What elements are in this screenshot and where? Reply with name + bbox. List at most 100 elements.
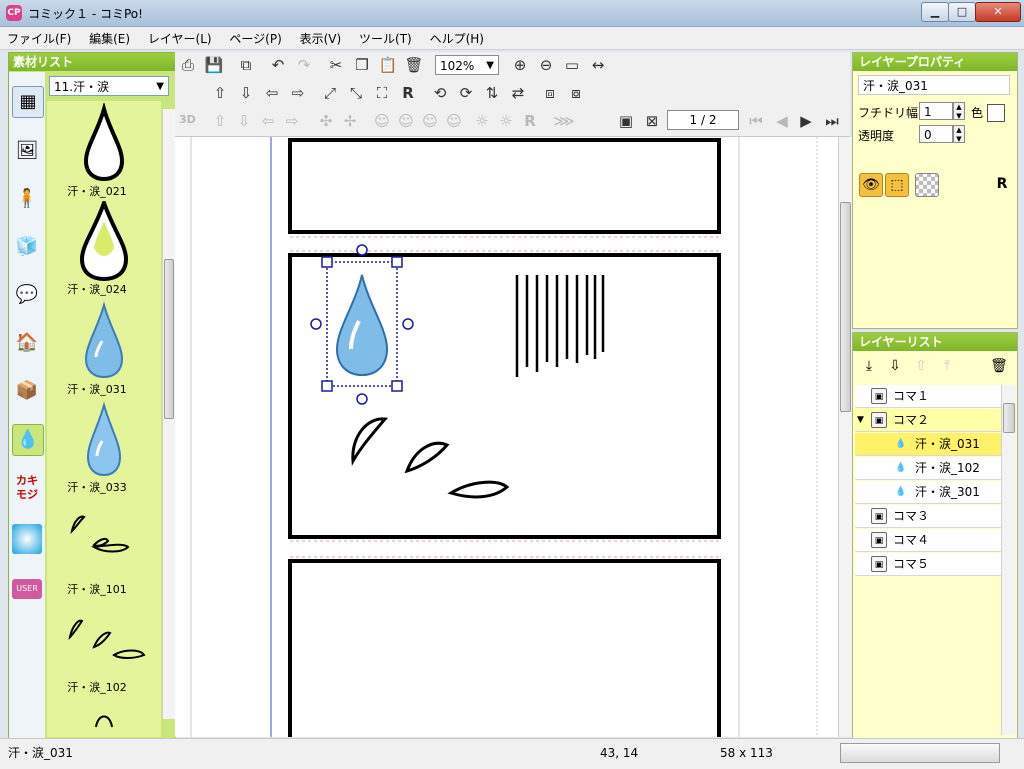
scale-up-icon[interactable]: ⤢: [319, 82, 341, 104]
outline-toggle-icon[interactable]: ⬚: [885, 173, 909, 197]
opacity-input[interactable]: 0: [919, 125, 953, 143]
material-item[interactable]: 汗・涙_101: [47, 501, 161, 599]
export-icon[interactable]: ⧉: [235, 54, 257, 76]
color-swatch[interactable]: [987, 104, 1005, 122]
menu-page[interactable]: ページ(P): [222, 27, 288, 50]
layer-name-field[interactable]: 汗・涙_031: [858, 75, 1010, 95]
send-back-icon[interactable]: ⧇: [565, 82, 587, 104]
layer-row[interactable]: 💧 汗・涙_301: [855, 481, 1001, 504]
resize-handle[interactable]: [321, 380, 333, 392]
move-up-icon[interactable]: ⇧: [209, 82, 231, 104]
resize-handle[interactable]: [391, 380, 403, 392]
reset-properties-icon[interactable]: R: [991, 173, 1013, 195]
move-left-icon[interactable]: ⇦: [261, 82, 283, 104]
material-scroll-thumb[interactable]: [164, 259, 174, 419]
flip-vertical-icon[interactable]: ⇅: [481, 82, 503, 104]
cut-icon[interactable]: ✂: [325, 54, 347, 76]
menu-layer[interactable]: レイヤー(L): [141, 27, 219, 50]
canvas-scroll-thumb[interactable]: [840, 202, 851, 412]
zoom-in-icon[interactable]: ⊕: [509, 54, 531, 76]
fit-width-icon[interactable]: ↔: [587, 54, 609, 76]
move-down-icon[interactable]: ⇩: [235, 82, 257, 104]
menu-edit[interactable]: 編集(E): [82, 27, 137, 50]
canvas-scrollbar[interactable]: [838, 137, 852, 737]
3d-pose-icon: ☺: [374, 112, 390, 130]
scale-down-icon[interactable]: ⤡: [345, 82, 367, 104]
sweat-drop-icon[interactable]: 💧: [12, 424, 44, 456]
material-item[interactable]: 汗・涙_102: [47, 599, 161, 697]
menu-view[interactable]: 表示(V): [293, 27, 349, 50]
3d-object-icon[interactable]: 🧊: [12, 232, 42, 262]
speech-bubble-icon[interactable]: 💬: [12, 280, 42, 310]
layer-row[interactable]: ▼ ▣ コマ２: [855, 409, 1001, 432]
layer-row[interactable]: ▣ コマ４: [855, 529, 1001, 552]
transparency-icon[interactable]: [915, 173, 939, 197]
next-page-icon[interactable]: ▶: [795, 110, 817, 132]
bring-front-icon[interactable]: ⧈: [539, 82, 561, 104]
effect-burst-icon[interactable]: [12, 524, 42, 554]
zoom-out-icon[interactable]: ⊖: [535, 54, 557, 76]
cube-icon[interactable]: 📦: [12, 376, 42, 406]
comic-canvas[interactable]: [175, 137, 838, 753]
rotate-handle[interactable]: [356, 393, 368, 405]
delete-icon[interactable]: 🗑: [403, 54, 425, 76]
last-page-icon[interactable]: ⏭: [821, 110, 843, 132]
page-add-icon[interactable]: ▣: [615, 110, 637, 132]
eye-icon[interactable]: 👁: [859, 173, 883, 197]
material-item-partial[interactable]: [47, 699, 161, 729]
layer-scrollbar[interactable]: [1001, 385, 1016, 735]
fit-page-icon[interactable]: ▭: [561, 54, 583, 76]
material-item[interactable]: 汗・涙_031: [47, 301, 161, 399]
page-indicator[interactable]: 1 / 2: [667, 110, 739, 130]
building-image-icon[interactable]: 🏠: [12, 328, 42, 358]
resize-handle[interactable]: [391, 256, 403, 268]
close-button[interactable]: ✕: [975, 2, 1021, 22]
zoom-select[interactable]: 102% ▼: [435, 55, 499, 75]
undo-icon[interactable]: ↶: [267, 54, 289, 76]
copy-icon[interactable]: ❐: [351, 54, 373, 76]
material-scrollbar[interactable]: [162, 109, 175, 719]
comic-panel-3[interactable]: [288, 559, 721, 753]
maximize-button[interactable]: □: [948, 2, 976, 22]
material-item[interactable]: 汗・涙_021: [47, 101, 161, 201]
category-select[interactable]: 11.汗・涙 ▼: [49, 76, 169, 96]
save-icon[interactable]: 💾: [203, 54, 225, 76]
background-icon[interactable]: 🖼: [12, 136, 42, 166]
kakimoji-icon[interactable]: カキ モジ: [12, 474, 42, 504]
rotate-right-icon[interactable]: ⟳: [455, 82, 477, 104]
trash-icon[interactable]: 🗑: [989, 356, 1009, 376]
rotate-left-icon[interactable]: ⟲: [429, 82, 451, 104]
reset-icon[interactable]: R: [397, 82, 419, 104]
menu-help[interactable]: ヘルプ(H): [423, 27, 491, 50]
fit-icon[interactable]: ⛶: [371, 82, 393, 104]
minimize-button[interactable]: ▁: [921, 2, 949, 22]
panel-grid-icon[interactable]: ▦: [12, 86, 44, 118]
layer-row[interactable]: 💧 汗・涙_031: [855, 433, 1001, 456]
layer-row[interactable]: 💧 汗・涙_102: [855, 457, 1001, 480]
layer-row[interactable]: ▣ コマ３: [855, 505, 1001, 528]
resize-handle[interactable]: [321, 256, 333, 268]
layer-row[interactable]: ▣ コマ１: [855, 385, 1001, 408]
menu-tools[interactable]: ツール(T): [352, 27, 419, 50]
page-delete-icon[interactable]: ⊠: [641, 110, 663, 132]
rotate-handle[interactable]: [310, 318, 322, 330]
move-down-icon[interactable]: ⇩: [885, 356, 905, 376]
print-icon[interactable]: ⎙: [177, 54, 199, 76]
move-right-icon[interactable]: ⇨: [287, 82, 309, 104]
material-item[interactable]: 汗・涙_024: [47, 197, 161, 299]
menu-file[interactable]: ファイル(F): [0, 27, 78, 50]
layer-scroll-thumb[interactable]: [1003, 403, 1015, 433]
rotate-handle[interactable]: [402, 318, 414, 330]
outline-width-stepper[interactable]: ▲ ▼: [953, 102, 965, 120]
move-to-bottom-icon[interactable]: ⤓: [859, 356, 879, 376]
user-folder-icon[interactable]: USER: [12, 579, 42, 599]
outline-width-input[interactable]: 1: [919, 102, 953, 120]
comic-panel-1[interactable]: [288, 138, 721, 234]
rotate-handle[interactable]: [356, 244, 368, 256]
expand-arrow-icon[interactable]: ▼: [857, 409, 864, 431]
material-item[interactable]: 汗・涙_033: [47, 399, 161, 497]
3d-character-icon[interactable]: 🧍: [12, 184, 42, 214]
flip-horizontal-icon[interactable]: ⇄: [507, 82, 529, 104]
layer-row[interactable]: ▣ コマ５: [855, 553, 1001, 576]
opacity-stepper[interactable]: ▲ ▼: [953, 125, 965, 143]
